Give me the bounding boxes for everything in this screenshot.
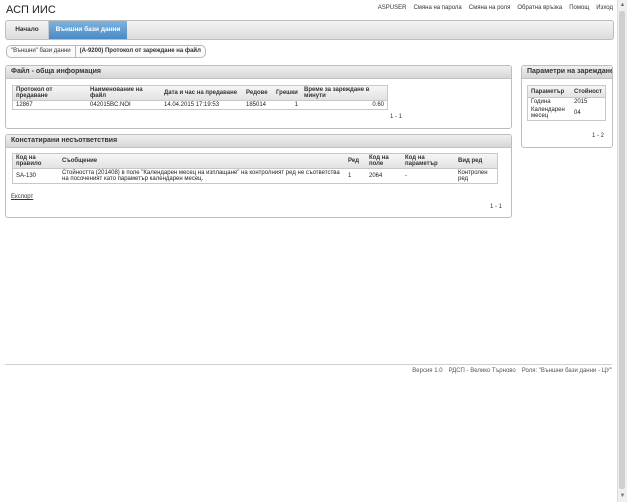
col-load-time[interactable]: Време за зареждане в минути <box>301 86 387 101</box>
cell-rule-code: SA-130 <box>16 173 37 179</box>
file-info-panel-title: Файл - обща информация <box>6 66 511 79</box>
change-role-link[interactable]: Смяна на роля <box>469 5 511 11</box>
change-password-link[interactable]: Смяна на парола <box>413 5 461 11</box>
logout-link[interactable]: Изход <box>596 5 613 11</box>
params-table-wrap: Параметър Стойност Година 2015 Календаре… <box>527 85 607 121</box>
cell-param-code: - <box>405 173 407 179</box>
params-panel-title: Параметри на зареждане <box>522 66 612 79</box>
cell-protocol: 12867 <box>16 102 33 108</box>
issues-panel: Констатирани несъответствия Код на прави… <box>5 134 512 218</box>
table-header-row: Протокол от предаване Наименование на фа… <box>13 86 387 101</box>
breadcrumb: "Външни" бази данни (А-9200) Протокол от… <box>6 45 206 58</box>
cell-filename: 042015BC.NOI <box>90 102 131 108</box>
table-row[interactable]: Календарен месец 04 <box>528 106 605 120</box>
nav-tab-external-db[interactable]: Външни бази данни <box>49 21 127 39</box>
table-row[interactable]: Година 2015 <box>528 98 605 107</box>
cell-message: Стойността (201408) в поле "Календарен м… <box>62 170 340 182</box>
col-protocol[interactable]: Протокол от предаване <box>13 86 87 101</box>
feedback-link[interactable]: Обратна връзка <box>517 5 562 11</box>
col-message[interactable]: Съобщение <box>59 154 345 169</box>
table-row[interactable]: SA-130 Стойността (201408) в поле "Кален… <box>13 169 497 184</box>
app-title: АСП ИИС <box>6 4 56 16</box>
cell-param-name: Година <box>531 99 551 105</box>
col-rule-code[interactable]: Код на правило <box>13 154 59 169</box>
params-pager: 1 - 2 <box>592 133 605 139</box>
params-panel: Параметри на зареждане Параметър Стойнос… <box>521 65 613 148</box>
cell-param-value: 04 <box>574 110 581 116</box>
col-errors[interactable]: Грешки <box>273 86 301 101</box>
col-rows[interactable]: Редове <box>243 86 273 101</box>
issues-panel-title: Констатирани несъответствия <box>6 135 511 148</box>
col-datetime[interactable]: Дата и час на предаване <box>161 86 243 101</box>
footer-office: РДСП - Велико Търново <box>448 368 516 374</box>
export-link[interactable]: Експорт <box>11 194 33 200</box>
user-link[interactable]: ASPUSER <box>378 5 407 11</box>
file-info-pager: 1 - 1 <box>390 114 403 120</box>
col-param-code[interactable]: Код на параметър <box>402 154 455 169</box>
col-value[interactable]: Стойност <box>571 86 606 98</box>
table-header-row: Параметър Стойност <box>528 86 606 98</box>
footer-divider <box>5 364 612 365</box>
help-link[interactable]: Помощ <box>569 5 589 11</box>
scroll-thumb[interactable] <box>619 11 625 489</box>
cell-datetime: 14.04.2015 17:19:53 <box>164 102 220 108</box>
top-links: ASPUSER Смяна на парола Смяна на роля Об… <box>378 5 613 11</box>
breadcrumb-protocol: (А-9200) Протокол от зареждане на файл <box>74 45 206 58</box>
footer: Версия 1.0 РДСП - Велико Търново Роля: "… <box>412 368 612 374</box>
col-row-type[interactable]: Вид ред <box>455 154 497 169</box>
cell-load-time: 0.60 <box>372 102 384 108</box>
footer-version: Версия 1.0 <box>412 368 443 374</box>
scroll-down-arrow-icon[interactable]: ▼ <box>619 492 626 500</box>
cell-errors: 1 <box>294 102 298 108</box>
scroll-up-arrow-icon[interactable]: ▲ <box>619 1 626 9</box>
cell-param-name: Календарен месец <box>531 107 565 119</box>
col-parameter[interactable]: Параметър <box>528 86 571 98</box>
breadcrumb-external-db[interactable]: "Външни" бази данни <box>6 45 76 58</box>
file-info-panel: Файл - обща информация Протокол от преда… <box>5 65 512 129</box>
cell-param-value: 2015 <box>574 99 588 105</box>
cell-row: 1 <box>348 173 352 179</box>
main-navbar: Начало Външни бази данни <box>5 20 614 40</box>
table-row[interactable]: 12867 042015BC.NOI 14.04.2015 17:19:53 1… <box>13 101 387 110</box>
issues-table: Код на правило Съобщение Ред Код на поле… <box>13 154 497 183</box>
col-row[interactable]: Ред <box>345 154 366 169</box>
col-filename[interactable]: Наименование на файл <box>87 86 161 101</box>
table-header-row: Код на правило Съобщение Ред Код на поле… <box>13 154 497 169</box>
footer-role: Роля: "Външни бази данни - ЦУ" <box>521 368 612 374</box>
file-info-table: Протокол от предаване Наименование на фа… <box>13 86 387 109</box>
issues-table-wrap: Код на правило Съобщение Ред Код на поле… <box>12 153 498 184</box>
nav-tab-home[interactable]: Начало <box>6 21 49 39</box>
vertical-scrollbar[interactable]: ▲ ▼ <box>617 0 627 502</box>
cell-row-type: Контролен ред <box>458 170 488 182</box>
cell-field-code: 2064 <box>369 173 383 179</box>
params-table: Параметър Стойност Година 2015 Календаре… <box>528 86 606 120</box>
col-field-code[interactable]: Код на поле <box>366 154 402 169</box>
file-info-table-wrap: Протокол от предаване Наименование на фа… <box>12 85 388 110</box>
issues-pager: 1 - 1 <box>490 204 503 210</box>
cell-rows: 185014 <box>246 102 267 108</box>
